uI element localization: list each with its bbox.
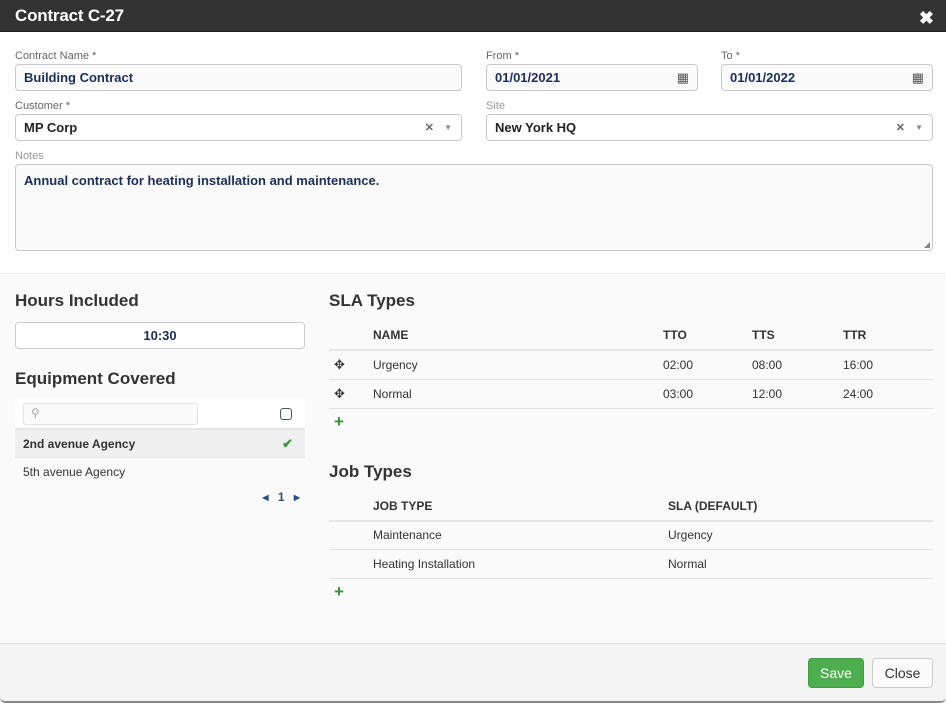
job-header-row: JOB TYPE SLA (DEFAULT) [329, 491, 933, 522]
column-header-tto: TTO [663, 321, 752, 351]
notes-textarea[interactable]: Annual contract for heating installation… [15, 164, 933, 251]
equipment-item-name: 5th avenue Agency [23, 465, 126, 479]
customer-select[interactable]: MP Corp ✕ ▼ [15, 114, 462, 141]
equipment-item[interactable]: 5th avenue Agency [15, 458, 305, 486]
table-row[interactable]: ✥ Urgency 02:00 08:00 16:00 [329, 350, 933, 380]
column-header-name: NAME [373, 321, 663, 351]
job-type: Maintenance [373, 520, 668, 550]
customer-label: Customer * [15, 100, 71, 112]
sla-title: SLA Types [329, 291, 415, 310]
column-header-ttr: TTR [843, 321, 933, 351]
equipment-title: Equipment Covered [15, 369, 176, 388]
table-row[interactable]: ✥ Normal 03:00 12:00 24:00 [329, 379, 933, 409]
save-button[interactable]: Save [808, 658, 864, 688]
to-date-value: 01/01/2022 [730, 70, 796, 85]
pagination: ◀ 1 ▶ [15, 490, 305, 504]
job-type: Heating Installation [373, 549, 668, 579]
sla-tts: 12:00 [752, 379, 843, 409]
contract-name-input[interactable]: Building Contract [15, 64, 462, 91]
from-date-value: 01/01/2021 [495, 70, 561, 85]
clear-icon[interactable]: ✕ [425, 121, 434, 134]
sla-ttr: 24:00 [843, 379, 933, 409]
from-field: From * 01/01/2021 ▦ [486, 50, 698, 91]
chevron-down-icon[interactable]: ▼ [444, 123, 452, 132]
equipment-search-row: ⚲ [15, 398, 305, 430]
customer-field: Customer * MP Corp ✕ ▼ [15, 100, 462, 141]
table-row[interactable]: Heating Installation Normal [329, 549, 933, 579]
notes-label: Notes [15, 150, 44, 162]
equipment-search-input[interactable]: ⚲ [23, 403, 198, 425]
drag-column-header [329, 321, 373, 351]
chevron-down-icon[interactable]: ▼ [915, 123, 923, 132]
sla-tto: 03:00 [663, 379, 752, 409]
search-icon: ⚲ [31, 406, 40, 420]
calendar-icon[interactable]: ▦ [677, 70, 689, 86]
notes-value: Annual contract for heating installation… [24, 173, 380, 188]
add-job-type-icon[interactable]: + [329, 579, 933, 604]
to-date-input[interactable]: 01/01/2022 ▦ [721, 64, 933, 91]
resize-grip-icon[interactable]: ◢ [924, 240, 930, 249]
sla-name: Normal [373, 379, 663, 409]
sla-ttr: 16:00 [843, 350, 933, 380]
table-row[interactable]: Maintenance Urgency [329, 520, 933, 550]
job-types-table: JOB TYPE SLA (DEFAULT) Maintenance Urgen… [329, 491, 933, 579]
current-page[interactable]: 1 [278, 490, 285, 504]
sla-tto: 02:00 [663, 350, 752, 380]
from-label: From * [486, 50, 519, 62]
sla-header-row: NAME TTO TTS TTR [329, 321, 933, 351]
contract-modal: Contract C-27 ✖ Contract Name * Building… [0, 0, 946, 703]
hours-title: Hours Included [15, 291, 139, 310]
from-date-input[interactable]: 01/01/2021 ▦ [486, 64, 698, 91]
hours-value: 10:30 [143, 328, 177, 343]
details-section: Hours Included 10:30 Equipment Covered ⚲… [0, 273, 946, 643]
to-field: To * 01/01/2022 ▦ [721, 50, 933, 91]
column-header-job-type: JOB TYPE [373, 491, 668, 522]
drag-handle-icon[interactable]: ✥ [334, 357, 345, 372]
job-types-title: Job Types [329, 461, 412, 481]
equipment-list: ⚲ 2nd avenue Agency ✔ 5th avenue Agency … [15, 398, 305, 504]
site-label: Site [486, 100, 505, 112]
clear-icon[interactable]: ✕ [896, 121, 905, 134]
contract-form: Contract Name * Building Contract From *… [0, 32, 946, 304]
right-column: SLA Types NAME TTO TTS TTR ✥ Urgency 02:… [329, 291, 933, 604]
calendar-icon[interactable]: ▦ [912, 70, 924, 86]
add-sla-icon[interactable]: + [329, 409, 933, 434]
to-label: To * [721, 50, 740, 62]
notes-field: Notes Annual contract for heating instal… [15, 150, 933, 251]
equipment-item-name: 2nd avenue Agency [23, 436, 136, 451]
close-button[interactable]: Close [872, 658, 933, 688]
site-select[interactable]: New York HQ ✕ ▼ [486, 114, 933, 141]
column-header-tts: TTS [752, 321, 843, 351]
hours-input[interactable]: 10:30 [15, 322, 305, 349]
site-field: Site New York HQ ✕ ▼ [486, 100, 933, 141]
blank-column-header [329, 491, 373, 522]
check-icon: ✔ [282, 435, 293, 451]
modal-title: Contract C-27 [15, 5, 124, 25]
sla-name: Urgency [373, 350, 663, 380]
contract-name-value: Building Contract [24, 70, 134, 85]
next-page-icon[interactable]: ▶ [294, 493, 300, 502]
drag-handle-icon[interactable]: ✥ [334, 386, 345, 401]
left-column: Hours Included 10:30 Equipment Covered ⚲… [15, 291, 305, 504]
equipment-item[interactable]: 2nd avenue Agency ✔ [15, 430, 305, 458]
close-icon[interactable]: ✖ [919, 8, 934, 29]
contract-name-label: Contract Name * [15, 50, 97, 62]
customer-value: MP Corp [24, 120, 78, 135]
sla-table: NAME TTO TTS TTR ✥ Urgency 02:00 08:00 1… [329, 321, 933, 409]
modal-footer: Save Close [0, 643, 946, 701]
sla-tts: 08:00 [752, 350, 843, 380]
select-all-checkbox[interactable] [280, 408, 292, 420]
job-sla: Urgency [668, 520, 933, 550]
prev-page-icon[interactable]: ◀ [262, 493, 268, 502]
modal-header: Contract C-27 ✖ [0, 0, 946, 32]
site-value: New York HQ [495, 120, 577, 135]
contract-name-field: Contract Name * Building Contract [15, 50, 462, 91]
column-header-sla-default: SLA (DEFAULT) [668, 491, 933, 522]
job-sla: Normal [668, 549, 933, 579]
